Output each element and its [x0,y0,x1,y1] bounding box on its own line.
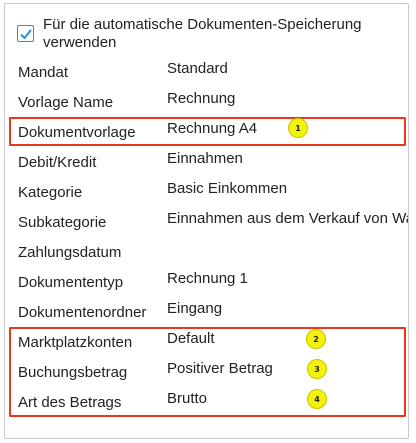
field-label-dokumentenordner: Dokumentenordner [18,304,147,321]
field-label-subkategorie: Subkategorie [18,214,107,231]
annotation-badge-4: 4 [307,389,327,409]
field-label-mandat: Mandat [18,64,69,81]
field-value-dokumentenordner: Eingang [167,300,223,317]
auto-save-checkbox-label: Für die automatische Dokumenten-Speicher… [43,16,362,51]
document-settings-panel: Für die automatische Dokumenten-Speicher… [4,3,409,439]
field-label-kategorie: Kategorie [18,184,83,201]
field-value-debit-kredit: Einnahmen [167,150,243,167]
checkmark-icon [20,29,32,40]
field-value-kategorie: Basic Einkommen [167,180,288,197]
auto-save-checkbox[interactable] [17,25,34,42]
field-label-vorlage-name: Vorlage Name [18,94,114,111]
field-label-dokumententyp: Dokumententyp [18,274,124,291]
field-label-zahlungsdatum: Zahlungsdatum [18,244,122,261]
highlight-box-dokumentvorlage [9,117,406,146]
annotation-badge-2: 2 [306,329,326,349]
highlight-box-booking-fields [9,327,406,417]
field-value-subkategorie: Einnahmen aus dem Verkauf von Wa [167,210,409,227]
field-value-mandat: Standard [167,60,228,77]
field-value-dokumententyp: Rechnung 1 [167,270,248,287]
annotation-badge-1: 1 [288,118,308,138]
field-label-debit-kredit: Debit/Kredit [18,154,97,171]
field-value-vorlage-name: Rechnung [167,90,236,107]
annotation-badge-3: 3 [307,359,327,379]
